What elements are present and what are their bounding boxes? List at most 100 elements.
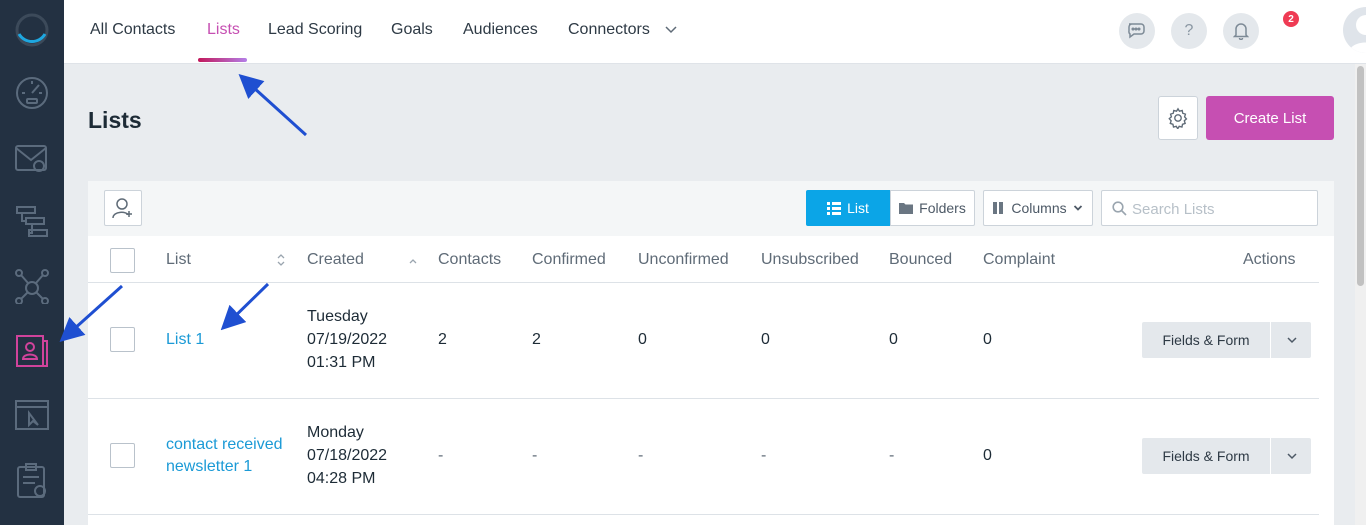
header-divider (88, 282, 1319, 283)
forms-icon[interactable] (14, 462, 50, 498)
list-name-line: contact received (166, 436, 283, 453)
cell-unsubscribed: - (761, 447, 767, 464)
cell-confirmed: - (532, 447, 538, 464)
created-date: Tuesday 07/19/2022 01:31 PM (307, 305, 387, 374)
cell-contacts: 2 (438, 331, 447, 348)
arrow-to-lists-tab (238, 73, 308, 137)
chat-button[interactable] (1119, 13, 1155, 49)
user-avatar-icon (1349, 15, 1366, 53)
row-checkbox[interactable] (110, 443, 135, 468)
columns-label: Columns (1011, 200, 1067, 216)
cell-confirmed: 2 (532, 331, 541, 348)
cell-unconfirmed: 0 (638, 331, 647, 348)
column-header-bounced[interactable]: Bounced (889, 251, 952, 269)
tab-all-contacts[interactable]: All Contacts (90, 21, 175, 39)
gear-icon (1168, 107, 1188, 129)
fields-form-split-button: Fields & Form (1142, 438, 1311, 474)
chevron-down-icon[interactable] (664, 22, 678, 41)
actions-dropdown-toggle[interactable] (1272, 438, 1311, 474)
select-all-checkbox[interactable] (110, 248, 135, 273)
cell-complaint: 0 (983, 447, 992, 464)
created-time: 04:28 PM (307, 470, 376, 487)
list-name-line: List 1 (166, 331, 205, 348)
tab-connectors[interactable]: Connectors (568, 21, 650, 39)
site-icon[interactable] (14, 397, 50, 433)
avatar[interactable] (1343, 7, 1366, 53)
cell-unsubscribed: 0 (761, 331, 770, 348)
cell-unconfirmed: - (638, 447, 644, 464)
search-lists (1101, 190, 1318, 226)
sort-ascending-icon[interactable] (408, 253, 418, 271)
list-name-line: newsletter 1 (166, 458, 253, 475)
help-button[interactable]: ? (1171, 13, 1207, 49)
created-weekday: Tuesday (307, 308, 368, 325)
network-icon[interactable] (14, 268, 50, 304)
active-tab-indicator (198, 58, 247, 62)
help-label: ? (1184, 22, 1194, 39)
add-user-icon (112, 198, 132, 219)
add-contact-button[interactable] (104, 190, 142, 226)
chevron-down-icon (1286, 453, 1297, 460)
contacts-icon[interactable] (14, 333, 50, 369)
tab-lead-scoring[interactable]: Lead Scoring (268, 21, 362, 39)
column-header-complaint[interactable]: Complaint (983, 251, 1055, 269)
bell-icon (1233, 23, 1249, 40)
fields-form-split-button: Fields & Form (1142, 322, 1311, 358)
cell-bounced: - (889, 447, 895, 464)
row-divider (88, 514, 1319, 515)
list-name-link[interactable]: List 1 (166, 329, 204, 351)
column-header-confirmed[interactable]: Confirmed (532, 251, 606, 269)
tab-audiences[interactable]: Audiences (463, 21, 538, 39)
created-time: 01:31 PM (307, 354, 376, 371)
dashboard-icon[interactable] (14, 75, 50, 111)
created-day: 07/19/2022 (307, 331, 388, 348)
column-header-unconfirmed[interactable]: Unconfirmed (638, 251, 729, 269)
lists-card: List Folders Columns List Created Contac… (88, 181, 1334, 525)
fields-form-button[interactable]: Fields & Form (1142, 438, 1271, 474)
view-folders-toggle[interactable]: Folders (890, 190, 975, 226)
cell-contacts: - (438, 447, 444, 464)
page-title: Lists (88, 107, 142, 133)
created-weekday: Monday (307, 424, 364, 441)
actions-dropdown-toggle[interactable] (1272, 322, 1311, 358)
row-checkbox[interactable] (110, 327, 135, 352)
top-navigation: All Contacts Lists Lead Scoring Goals Au… (64, 0, 1366, 64)
columns-dropdown[interactable]: Columns (983, 190, 1093, 226)
column-header-contacts[interactable]: Contacts (438, 251, 501, 269)
view-list-toggle[interactable]: List (806, 190, 890, 226)
folder-icon (899, 203, 914, 214)
chat-icon (1128, 23, 1145, 39)
column-header-list[interactable]: List (166, 251, 191, 269)
fields-form-button[interactable]: Fields & Form (1142, 322, 1271, 358)
sidebar (0, 0, 64, 525)
notification-badge: 2 (1283, 11, 1299, 27)
list-view-icon (827, 201, 842, 215)
list-name-link[interactable]: contact received newsletter 1 (166, 434, 283, 478)
scrollbar-thumb[interactable] (1357, 66, 1364, 286)
columns-icon (993, 202, 1004, 214)
created-date: Monday 07/18/2022 04:28 PM (307, 421, 387, 490)
view-list-label: List (847, 200, 869, 216)
view-folders-label: Folders (919, 200, 966, 216)
settings-button[interactable] (1158, 96, 1198, 140)
automation-icon[interactable] (14, 204, 50, 240)
chevron-down-icon (1286, 337, 1297, 344)
sort-icon[interactable] (276, 253, 286, 272)
created-day: 07/18/2022 (307, 447, 388, 464)
tab-lists[interactable]: Lists (207, 21, 240, 39)
email-icon[interactable] (14, 140, 50, 176)
cell-bounced: 0 (889, 331, 898, 348)
column-header-unsubscribed[interactable]: Unsubscribed (761, 251, 859, 269)
column-header-created[interactable]: Created (307, 251, 364, 269)
create-list-button[interactable]: Create List (1206, 96, 1334, 140)
search-icon (1112, 201, 1127, 221)
notifications-button[interactable] (1223, 13, 1259, 49)
search-input[interactable] (1132, 199, 1312, 219)
tab-goals[interactable]: Goals (391, 21, 433, 39)
row-divider (88, 398, 1319, 399)
column-header-actions: Actions (1243, 251, 1296, 268)
table-toolbar: List Folders Columns (88, 181, 1334, 236)
logo-icon[interactable] (14, 12, 50, 48)
chevron-down-icon (1073, 205, 1082, 211)
cell-complaint: 0 (983, 331, 992, 348)
